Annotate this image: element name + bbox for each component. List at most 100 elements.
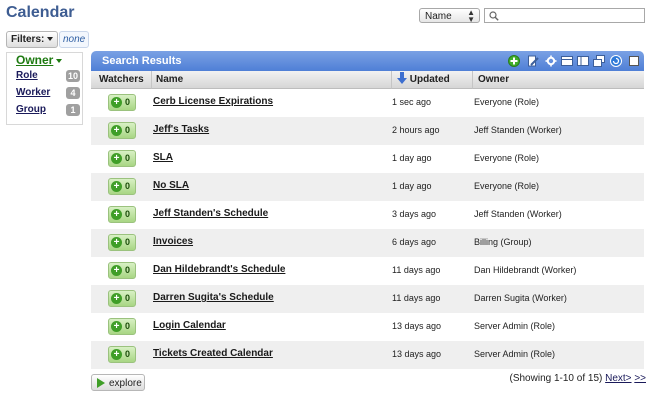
watch-button[interactable]: +0 [108,234,136,251]
sort-select-value: Name [425,11,452,22]
owner-cell: Jeff Standen (Worker) [474,125,562,135]
owner-cell: Everyone (Role) [474,153,540,163]
watcher-count: 0 [125,125,131,135]
watch-button[interactable]: +0 [108,346,136,363]
pager: (Showing 1-10 of 15) Next> >> [510,373,647,384]
last-page-link[interactable]: >> [634,373,646,384]
owner-cell: Dan Hildebrandt (Worker) [474,265,577,275]
column-label: Owner [478,74,510,85]
facet-count-badge: 4 [66,87,80,99]
column-header-updated[interactable]: Updated [392,71,473,89]
page-title: Calendar [6,4,75,21]
gear-icon[interactable] [545,55,557,67]
results-header: Search Results [91,51,644,71]
owner-cell: Everyone (Role) [474,181,540,191]
filters-value[interactable]: none [59,31,90,48]
explore-button[interactable]: explore [91,374,145,391]
calendar-name-link[interactable]: Tickets Created Calendar [153,348,273,359]
owner-cell: Everyone (Role) [474,97,540,107]
updated-cell: 6 days ago [392,237,437,247]
calendar-name-link[interactable]: Darren Sugita's Schedule [153,292,274,303]
updated-cell: 11 days ago [392,293,441,303]
copy-icon[interactable] [577,55,589,67]
column-header-watchers[interactable]: Watchers [91,71,152,89]
calendar-name-link[interactable]: Dan Hildebrandt's Schedule [153,264,285,275]
column-header-owner[interactable]: Owner [473,71,644,89]
watch-button[interactable]: +0 [108,150,136,167]
sort-down-icon [397,72,407,84]
watcher-count: 0 [125,321,131,331]
chevron-down-icon [56,58,63,63]
search-results-panel: Search Results Watchers Name Updated Own… [91,51,644,369]
watch-button[interactable]: +0 [108,290,136,307]
plus-icon: + [111,265,122,276]
calendar-name-link[interactable]: Jeff's Tasks [153,124,209,135]
play-icon [97,378,105,388]
updated-cell: 1 day ago [392,181,432,191]
add-icon[interactable] [508,55,520,67]
plus-icon: + [111,237,122,248]
select-all-checkbox[interactable] [629,56,639,66]
watch-button[interactable]: +0 [108,94,136,111]
next-page-link[interactable]: Next> [605,373,631,384]
edit-icon[interactable] [527,55,539,67]
plus-icon: + [111,125,122,136]
search-input[interactable] [501,9,641,22]
calendar-name-link[interactable]: Login Calendar [153,320,226,331]
filters-label: Filters: [11,34,45,45]
calendar-name-link[interactable]: SLA [153,152,173,163]
subtotals-icon[interactable] [593,55,605,67]
results-title: Search Results [102,55,182,67]
calendar-name-link[interactable]: No SLA [153,180,189,191]
table-row: +0 Jeff's Tasks 2 hours ago Jeff Standen (W… [91,117,644,145]
calendar-name-link[interactable]: Cerb License Expirations [153,96,273,107]
column-header-name[interactable]: Name [152,71,392,89]
watcher-count: 0 [125,265,131,275]
facet-item-group[interactable]: Group 1 [16,103,80,117]
watcher-count: 0 [125,97,131,107]
plus-icon: + [111,153,122,164]
table-row: +0 Jeff Standen's Schedule 3 days ago Jeff … [91,201,644,229]
watch-button[interactable]: +0 [108,122,136,139]
table-row: +0 Cerb License Expirations 1 sec ago Every… [91,89,644,117]
facet-title[interactable]: Owner [16,53,63,67]
watcher-count: 0 [125,237,131,247]
calendar-name-link[interactable]: Jeff Standen's Schedule [153,208,268,219]
watch-button[interactable]: +0 [108,318,136,335]
facet-item-label: Worker [16,87,51,98]
search-box[interactable] [484,8,645,23]
plus-icon: + [111,321,122,332]
filters-button[interactable]: Filters: [6,31,59,48]
updated-cell: 11 days ago [392,265,441,275]
watch-button[interactable]: +0 [108,262,136,279]
chevron-down-icon [47,37,54,42]
facet-count-badge: 1 [66,104,80,116]
search-icon [489,11,499,21]
sort-select[interactable]: Name ▲ ▼ [419,8,480,24]
list-icon[interactable] [561,55,573,67]
plus-icon: + [111,97,122,108]
calendar-name-link[interactable]: Invoices [153,236,193,247]
plus-icon: + [111,293,122,304]
updated-cell: 1 sec ago [392,97,432,107]
updated-cell: 13 days ago [392,349,442,359]
updated-cell: 2 hours ago [392,125,440,135]
owner-cell: Darren Sugita (Worker) [474,293,567,303]
facet-item-worker[interactable]: Worker 4 [16,86,80,100]
refresh-icon[interactable] [610,55,622,67]
watch-button[interactable]: +0 [108,178,136,195]
explore-label: explore [109,378,142,389]
facet-item-role[interactable]: Role 10 [16,69,80,83]
facet-item-label: Group [16,104,46,115]
table-row: +0 Darren Sugita's Schedule 11 days ago Dar… [91,285,644,313]
column-label: Updated [409,74,450,85]
watcher-count: 0 [125,209,131,219]
watch-button[interactable]: +0 [108,206,136,223]
table-row: +0 Dan Hildebrandt's Schedule 11 days ago D… [91,257,644,285]
select-arrows-icon: ▲ ▼ [467,8,475,24]
watcher-count: 0 [125,153,131,163]
table-row: +0 Login Calendar 13 days ago Server Admin … [91,313,644,341]
plus-icon: + [111,209,122,220]
watcher-count: 0 [125,181,131,191]
facet-count-badge: 10 [65,70,80,82]
